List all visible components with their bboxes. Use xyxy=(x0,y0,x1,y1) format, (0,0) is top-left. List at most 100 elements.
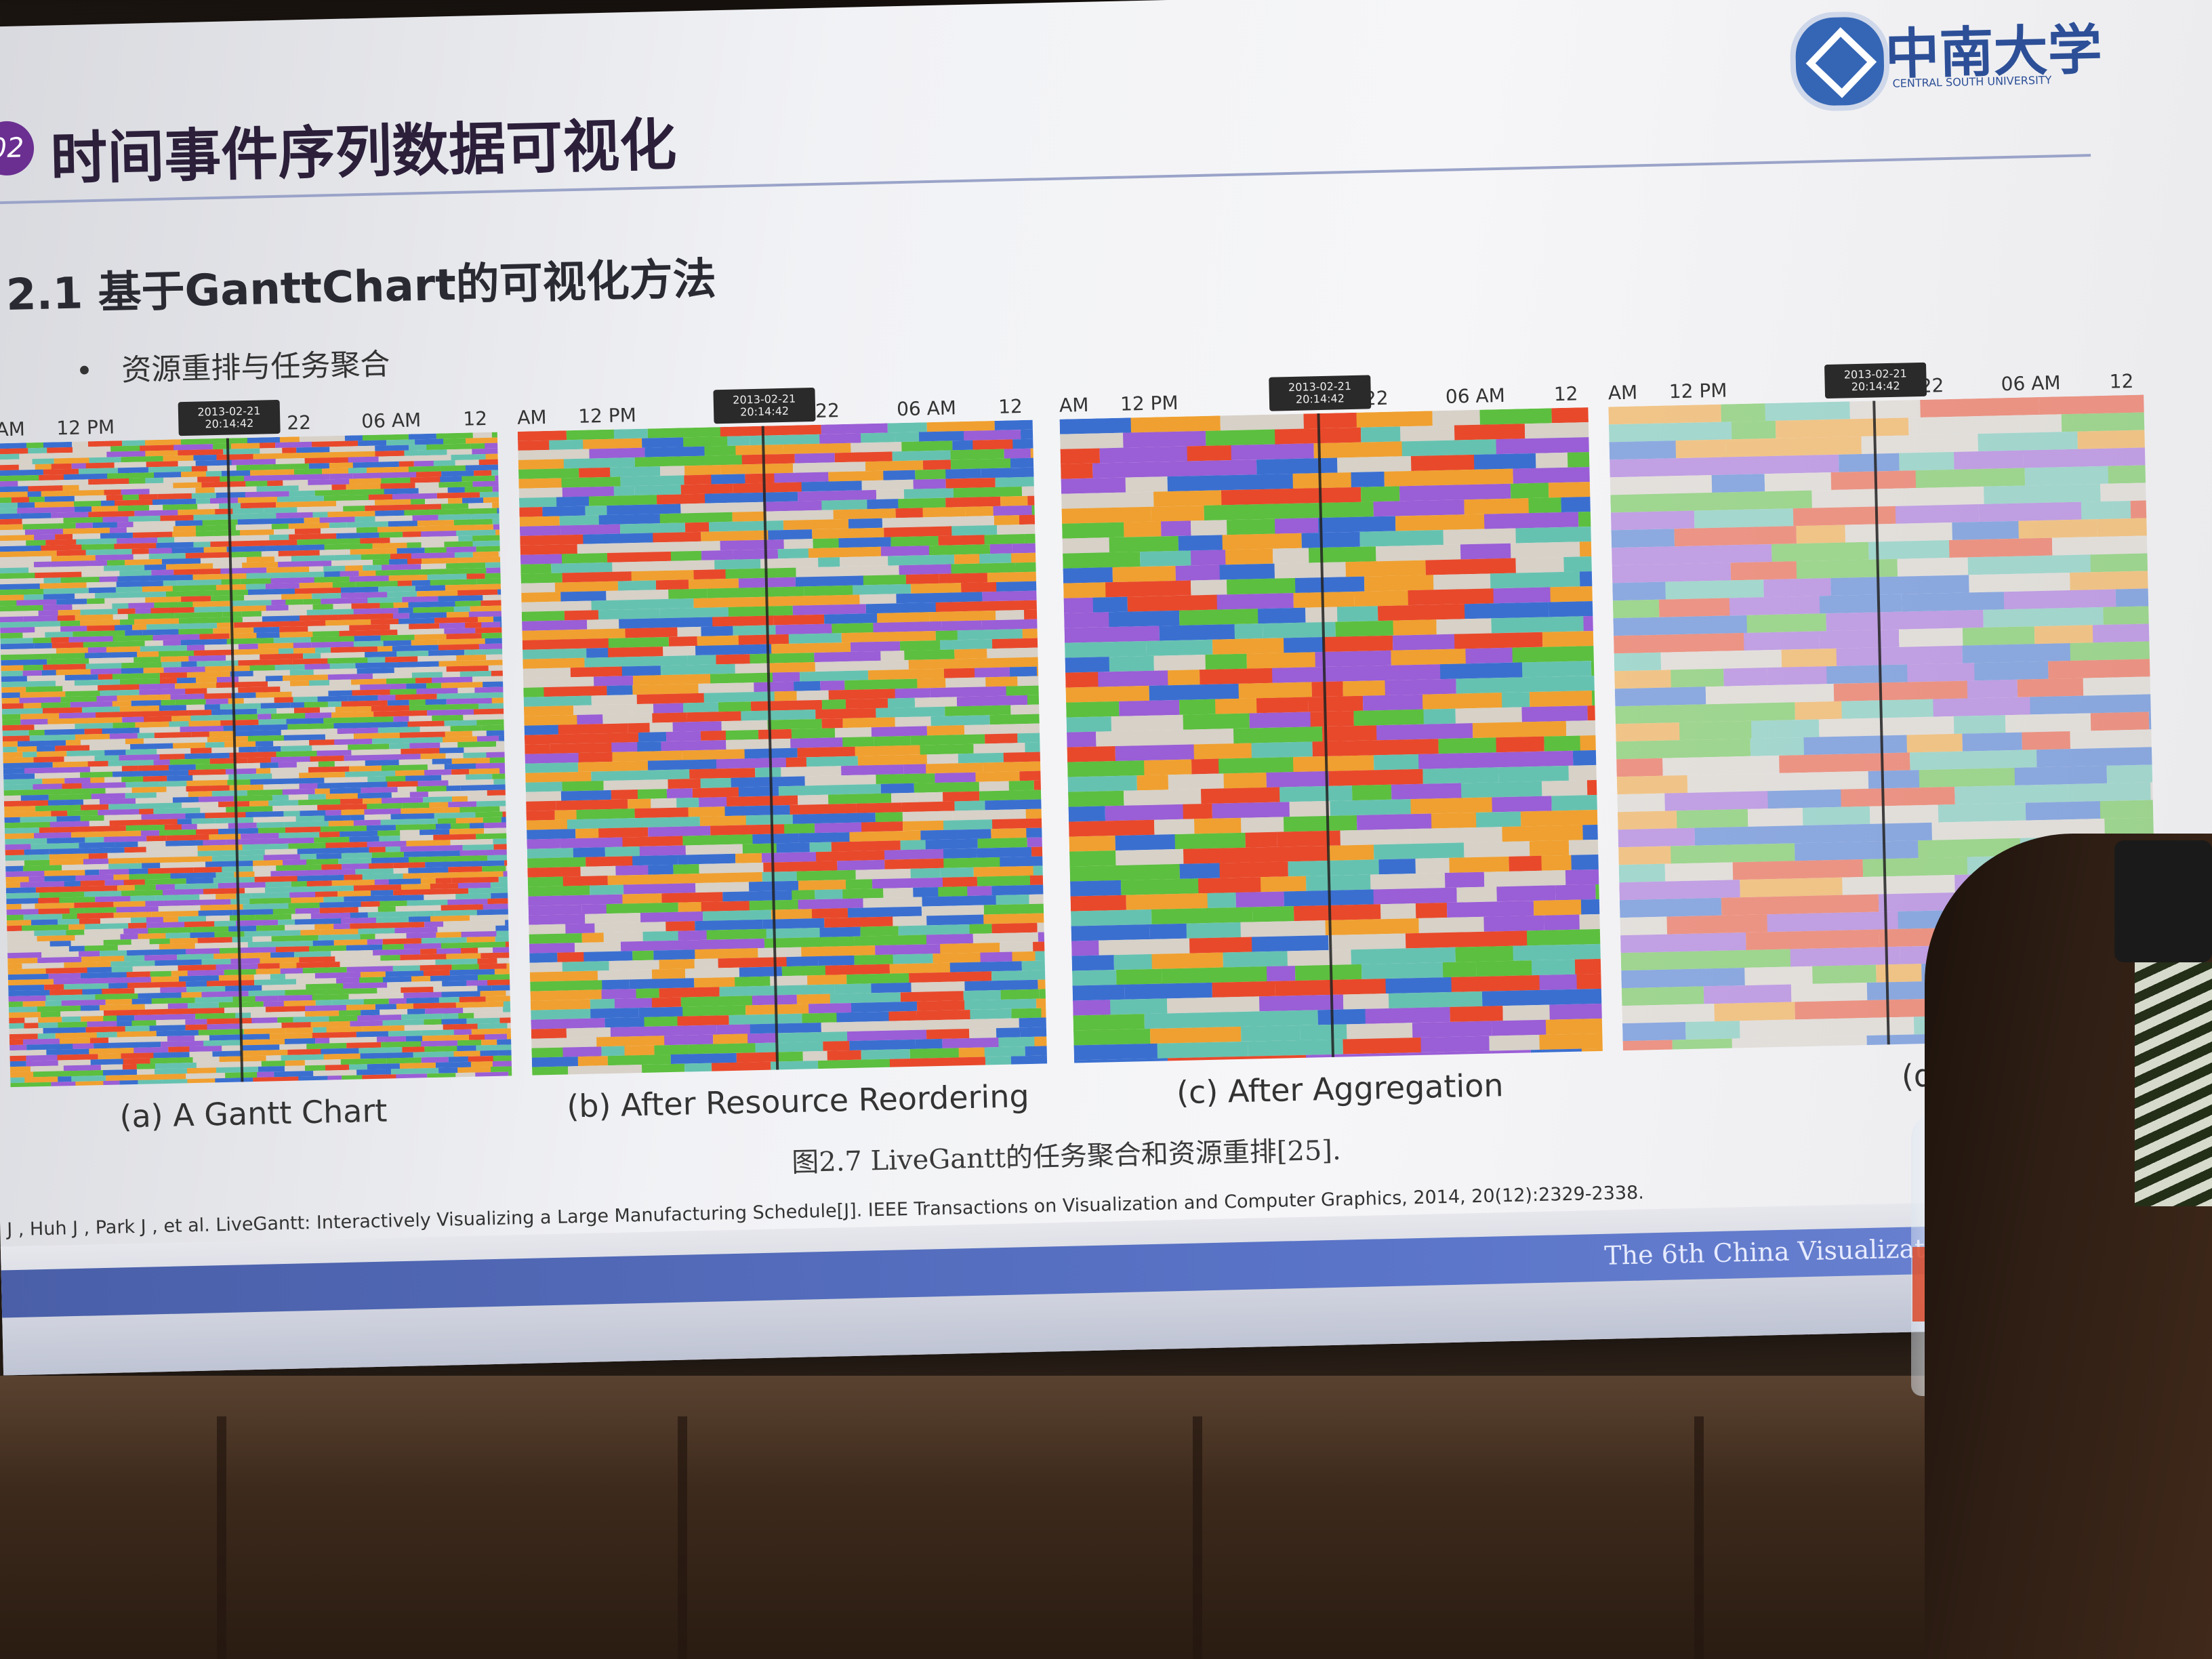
gantt-task-block xyxy=(1978,431,2078,452)
gantt-task-block xyxy=(590,998,616,1009)
gantt-task-block xyxy=(493,838,512,844)
gantt-task-block xyxy=(944,668,976,678)
gantt-task-block xyxy=(526,819,569,830)
gantt-task-block xyxy=(1766,666,1828,686)
gantt-task-block xyxy=(1190,520,1227,536)
gantt-task-block xyxy=(1751,719,1820,739)
gantt-task-block xyxy=(1803,735,1908,755)
gantt-task-block xyxy=(613,428,649,439)
gantt-task-block xyxy=(1109,655,1155,672)
gantt-task-block xyxy=(1251,741,1313,758)
gantt-task-block xyxy=(1073,1043,1158,1061)
gantt-task-block xyxy=(1475,960,1533,977)
gantt-task-block xyxy=(1907,663,1975,682)
gantt-task-block xyxy=(913,478,946,489)
gantt-task-block xyxy=(732,511,767,522)
gantt-task-block xyxy=(1276,830,1341,847)
gantt-task-block xyxy=(666,788,693,799)
gantt-task-block xyxy=(1898,451,1954,471)
gantt-task-block xyxy=(1010,703,1048,715)
gantt-task-block xyxy=(1105,580,1191,598)
gantt-task-block xyxy=(1179,699,1216,715)
gantt-task-block xyxy=(820,680,845,691)
gantt-task-block xyxy=(1512,645,1597,663)
gantt-task-block xyxy=(590,799,628,810)
axis-tick: AM xyxy=(516,405,547,429)
gantt-task-block xyxy=(1149,683,1240,701)
gantt-task-block xyxy=(1483,870,1566,887)
gantt-task-block xyxy=(860,432,895,443)
gantt-task-block xyxy=(1385,678,1457,695)
gantt-task-block xyxy=(1542,780,1588,796)
gantt-task-block xyxy=(660,466,686,476)
gantt-task-block xyxy=(1012,951,1036,962)
gantt-task-block xyxy=(1609,441,1677,460)
gantt-task-block xyxy=(1399,485,1465,501)
gantt-task-block xyxy=(1071,909,1152,926)
gantt-task-block xyxy=(619,618,642,629)
gantt-task-block xyxy=(1145,639,1213,656)
gantt-task-block xyxy=(1744,631,1820,651)
phone xyxy=(2114,840,2212,962)
gantt-task-block xyxy=(1802,806,1871,826)
gantt-task-block xyxy=(580,865,616,876)
gantt-task-block xyxy=(1292,472,1352,489)
gantt-task-block xyxy=(701,550,734,560)
gantt-task-block xyxy=(1739,1018,1852,1039)
gantt-task-block xyxy=(1198,877,1262,894)
gantt-task-block xyxy=(648,864,674,875)
gantt-task-block xyxy=(970,1008,1012,1019)
gantt-task-block xyxy=(895,508,924,518)
gantt-task-block xyxy=(1376,724,1409,741)
gantt-task-block xyxy=(1674,526,1797,547)
gantt-task-block xyxy=(501,1027,512,1034)
gantt-task-block xyxy=(578,752,613,762)
gantt-task-block xyxy=(1178,535,1223,551)
gantt-task-block xyxy=(493,779,512,785)
gantt-task-block xyxy=(630,713,653,724)
gantt-task-block xyxy=(1225,548,1273,565)
gantt-task-block xyxy=(1465,647,1513,664)
gantt-task-block xyxy=(1310,711,1355,727)
gantt-task-block xyxy=(999,941,1034,952)
gantt-task-block xyxy=(1675,439,1727,459)
gantt-task-block xyxy=(755,767,782,778)
gantt-task-block xyxy=(832,775,877,785)
gantt-task-block xyxy=(735,853,762,863)
gantt-task-block xyxy=(854,954,894,965)
gantt-task-block xyxy=(887,422,928,433)
gantt-task-block xyxy=(1895,504,1980,524)
gantt-task-block xyxy=(1561,496,1592,513)
gantt-task-block xyxy=(1521,705,1589,722)
gantt-task-block xyxy=(1622,1004,1715,1024)
gantt-task-block xyxy=(1549,1003,1603,1020)
gantt-task-block xyxy=(841,632,884,643)
gantt-task-block xyxy=(2003,589,2116,610)
gantt-task-block xyxy=(700,731,726,741)
gantt-task-block xyxy=(2051,535,2158,556)
gantt-task-block xyxy=(895,716,932,727)
gantt-task-block xyxy=(979,781,1010,792)
gantt-task-block xyxy=(1524,423,1559,439)
gantt-task-block xyxy=(1205,653,1248,670)
gantt-task-block xyxy=(584,657,617,668)
gantt-task-block xyxy=(1690,490,1813,511)
gantt-task-block xyxy=(1099,938,1190,956)
gantt-task-block xyxy=(1658,598,1731,617)
gantt-task-block xyxy=(1120,878,1199,895)
gantt-task-block xyxy=(1539,1033,1603,1050)
axis-tick: 12 PM xyxy=(577,403,637,428)
gantt-task-block xyxy=(1464,483,1511,500)
gantt-task-block xyxy=(611,742,638,752)
gantt-task-block xyxy=(660,769,690,780)
gantt-task-block xyxy=(586,619,620,630)
gantt-task-block xyxy=(2067,782,2152,802)
gantt-task-block xyxy=(1025,808,1048,819)
gantt-task-block xyxy=(2097,517,2158,537)
gantt-task-block xyxy=(1536,452,1568,468)
gantt-task-block xyxy=(577,714,603,725)
gantt-task-block xyxy=(1123,789,1202,806)
gantt-task-block xyxy=(707,588,733,598)
gantt-task-block xyxy=(1071,940,1100,956)
gantt-task-block xyxy=(1608,404,1721,425)
